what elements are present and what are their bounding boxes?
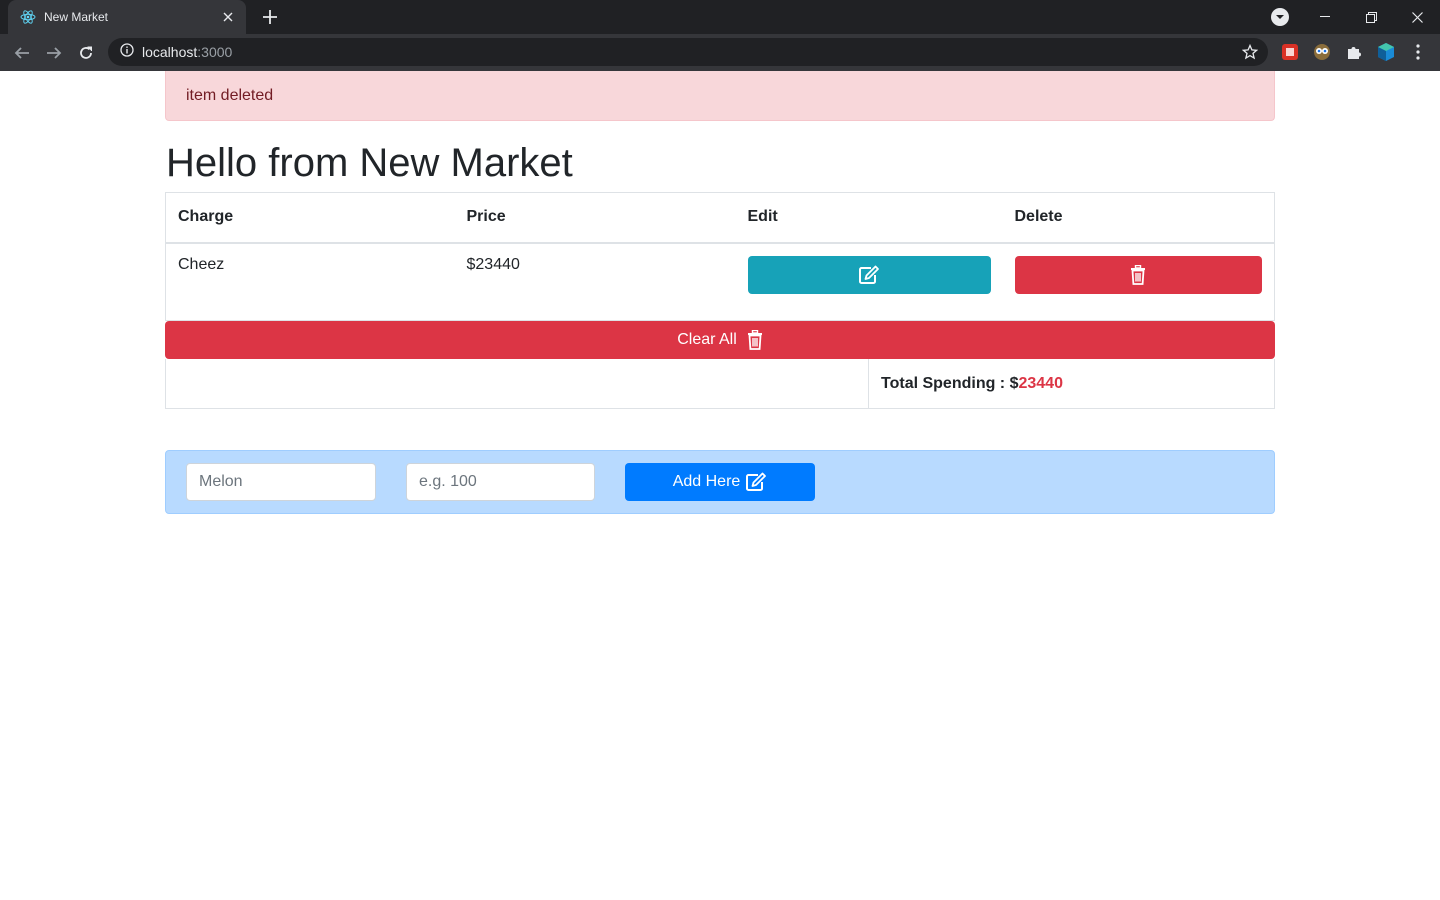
cell-delete (1002, 242, 1275, 321)
items-table: Charge Price Edit Delete Cheez $23440 (165, 192, 1275, 321)
cell-charge: Cheez (165, 242, 455, 321)
edit-button[interactable] (747, 255, 991, 294)
window-close-icon[interactable] (1394, 0, 1440, 34)
main-container: item deleted Hello from New Market Charg… (165, 71, 1275, 514)
close-icon[interactable] (220, 9, 236, 25)
back-icon[interactable] (9, 40, 35, 66)
extension-red-icon[interactable] (1280, 42, 1300, 62)
delete-button[interactable] (1014, 255, 1262, 294)
browser-tabstrip: New Market (0, 0, 1440, 34)
react-favicon-icon (20, 9, 36, 25)
total-row: Total Spending : $23440 (165, 359, 1275, 409)
url-port: :3000 (197, 44, 233, 60)
extension-owl-icon[interactable] (1312, 42, 1332, 62)
total-divider (868, 359, 869, 408)
add-here-button[interactable]: Add Here (625, 463, 815, 501)
cell-price: $23440 (454, 242, 736, 321)
clear-all-button[interactable]: Clear All (165, 321, 1275, 359)
address-bar[interactable]: localhost:3000 (108, 38, 1268, 66)
total-label: Total Spending : $ (881, 374, 1019, 392)
reload-icon[interactable] (73, 40, 99, 66)
trash-icon (747, 330, 762, 350)
page-title: Hello from New Market (166, 141, 573, 185)
total-value: 23440 (1018, 374, 1063, 392)
minimize-icon[interactable] (1302, 0, 1348, 34)
header-price: Price (454, 192, 736, 244)
tab-search-icon[interactable] (1271, 8, 1289, 26)
extension-cube-icon[interactable] (1376, 42, 1396, 62)
info-icon[interactable] (120, 42, 134, 62)
tab-title: New Market (44, 10, 109, 24)
charge-input[interactable] (186, 463, 376, 501)
header-charge: Charge (165, 192, 455, 244)
total-spending: Total Spending : $23440 (881, 359, 1063, 408)
puzzle-icon[interactable] (1344, 42, 1364, 62)
star-icon[interactable] (1241, 43, 1259, 65)
table-row: Cheez $23440 (165, 242, 1275, 321)
add-item-form: Add Here (165, 450, 1275, 514)
menu-dots-icon[interactable] (1408, 42, 1428, 62)
cell-edit (735, 242, 1003, 321)
amount-input[interactable] (406, 463, 595, 501)
restore-icon[interactable] (1348, 0, 1394, 34)
header-edit: Edit (735, 192, 1003, 244)
trash-icon (1131, 264, 1145, 285)
alert-banner: item deleted (165, 71, 1275, 121)
edit-icon (859, 265, 879, 284)
browser-tab[interactable]: New Market (8, 0, 246, 34)
clear-all-label: Clear All (677, 331, 737, 348)
plus-icon[interactable] (258, 6, 282, 28)
edit-icon (746, 472, 767, 491)
browser-toolbar: localhost:3000 (0, 34, 1440, 71)
add-here-label: Add Here (672, 473, 741, 490)
table-header-row: Charge Price Edit Delete (165, 192, 1275, 244)
url-host: localhost (142, 44, 198, 60)
header-delete: Delete (1002, 192, 1275, 244)
forward-icon[interactable] (41, 40, 67, 66)
page-viewport: item deleted Hello from New Market Charg… (0, 71, 1440, 900)
